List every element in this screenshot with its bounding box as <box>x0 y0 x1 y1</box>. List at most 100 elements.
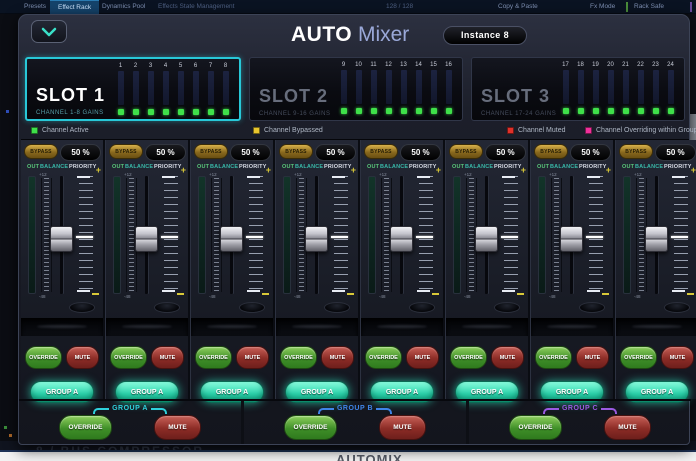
gain-fader[interactable] <box>475 226 498 252</box>
slot-channel: 3 <box>143 62 158 115</box>
gain-value-display[interactable]: 50 % <box>230 144 271 161</box>
channel-number: 1 <box>119 62 122 70</box>
bypass-button[interactable]: BYPASS <box>534 144 568 159</box>
bypass-button[interactable]: BYPASS <box>619 144 653 159</box>
group-mute-button[interactable]: MUTE <box>379 415 426 440</box>
mute-button[interactable]: MUTE <box>491 346 524 369</box>
priority-slider-handle[interactable] <box>501 236 518 238</box>
channel-mini-meter <box>193 71 199 105</box>
mute-button[interactable]: MUTE <box>661 346 694 369</box>
gain-value-display[interactable]: 50 % <box>145 144 186 161</box>
gain-fader[interactable] <box>645 226 668 252</box>
mute-button[interactable]: MUTE <box>576 346 609 369</box>
gain-value-display[interactable]: 50 % <box>485 144 526 161</box>
gain-value-display[interactable]: 50 % <box>400 144 441 161</box>
gain-value-display[interactable]: 50 % <box>315 144 356 161</box>
channel-number: 24 <box>667 61 674 69</box>
host-tab[interactable]: Dynamics Pool <box>102 3 145 10</box>
slot-channel: 16 <box>441 61 456 114</box>
gain-fader[interactable] <box>220 226 243 252</box>
slot-panel[interactable]: SLOT 3 CHANNEL 17-24 GAINS 1718192021222… <box>471 57 685 121</box>
override-button[interactable]: OVERRIDE <box>25 346 62 369</box>
bypass-button[interactable]: BYPASS <box>449 144 483 159</box>
legend-item: Channel Muted <box>507 127 565 134</box>
gain-fader[interactable] <box>135 226 158 252</box>
slot-channel: 13 <box>396 61 411 114</box>
balance-scale-max: +12 <box>39 172 47 177</box>
group-override-button[interactable]: OVERRIDE <box>59 415 112 440</box>
group-override-button[interactable]: OVERRIDE <box>284 415 337 440</box>
host-tab[interactable]: Effects State Management <box>158 3 234 10</box>
priority-slider-handle[interactable] <box>331 236 348 238</box>
override-button[interactable]: OVERRIDE <box>535 346 572 369</box>
group-bracket-right <box>601 408 617 414</box>
group-mute-button[interactable]: MUTE <box>154 415 201 440</box>
priority-plus-mark: + <box>521 166 526 174</box>
gain-value-display[interactable]: 50 % <box>570 144 611 161</box>
gain-fader[interactable] <box>50 226 73 252</box>
mute-button[interactable]: MUTE <box>321 346 354 369</box>
priority-plus-mark: + <box>436 166 441 174</box>
host-tab[interactable]: Copy & Paste <box>498 3 538 10</box>
priority-reset-button[interactable] <box>324 302 350 313</box>
mute-button[interactable]: MUTE <box>151 346 184 369</box>
override-button[interactable]: OVERRIDE <box>450 346 487 369</box>
instance-selector[interactable]: Instance 8 <box>443 26 527 45</box>
slot-panel[interactable]: SLOT 1 CHANNEL 1-8 GAINS 12345678 <box>25 57 241 121</box>
bypass-button[interactable]: BYPASS <box>279 144 313 159</box>
gain-value-display[interactable]: 50 % <box>655 144 696 161</box>
override-button[interactable]: OVERRIDE <box>365 346 402 369</box>
bypass-button[interactable]: BYPASS <box>109 144 143 159</box>
group-override-button[interactable]: OVERRIDE <box>509 415 562 440</box>
host-tab[interactable]: Fx Mode <box>590 3 615 10</box>
priority-reset-button[interactable] <box>69 302 95 313</box>
channel-mini-meter <box>416 70 422 104</box>
override-button[interactable]: OVERRIDE <box>110 346 147 369</box>
channel-active-led <box>371 108 377 114</box>
priority-slider-handle[interactable] <box>246 236 263 238</box>
bypass-button[interactable]: BYPASS <box>24 144 58 159</box>
slot-channel: 20 <box>603 61 618 114</box>
priority-reset-button[interactable] <box>154 302 180 313</box>
gain-value-display[interactable]: 50 % <box>60 144 101 161</box>
host-tab[interactable]: Presets <box>24 3 46 10</box>
host-tab[interactable]: Rack Safe <box>634 3 664 10</box>
channel-number: 9 <box>342 61 345 69</box>
override-button[interactable]: OVERRIDE <box>280 346 317 369</box>
host-tab[interactable]: Effect Rack <box>50 0 99 14</box>
priority-slider-handle[interactable] <box>671 236 688 238</box>
channel-active-led <box>593 108 599 114</box>
mute-button[interactable]: MUTE <box>236 346 269 369</box>
collapse-button[interactable] <box>31 20 67 43</box>
legend-color-swatch <box>585 127 592 134</box>
priority-slider-handle[interactable] <box>586 236 603 238</box>
channel-active-led <box>446 108 452 114</box>
gain-fader[interactable] <box>560 226 583 252</box>
balance-scale-min: -48 <box>209 294 216 299</box>
mute-button[interactable]: MUTE <box>406 346 439 369</box>
host-tab[interactable]: 128 / 128 <box>386 3 413 10</box>
override-button[interactable]: OVERRIDE <box>195 346 232 369</box>
priority-reset-button[interactable] <box>239 302 265 313</box>
priority-slider-handle[interactable] <box>161 236 178 238</box>
priority-reset-button[interactable] <box>494 302 520 313</box>
legend-color-swatch <box>507 127 514 134</box>
group-header: GROUP A <box>19 403 241 413</box>
channel-active-led <box>623 108 629 114</box>
gain-fader[interactable] <box>305 226 328 252</box>
group-mute-button[interactable]: MUTE <box>604 415 651 440</box>
priority-min-mark <box>77 290 90 292</box>
priority-reset-button[interactable] <box>664 302 690 313</box>
bypass-button[interactable]: BYPASS <box>364 144 398 159</box>
priority-reset-button[interactable] <box>579 302 605 313</box>
mute-button[interactable]: MUTE <box>66 346 99 369</box>
override-button[interactable]: OVERRIDE <box>620 346 657 369</box>
gain-fader[interactable] <box>390 226 413 252</box>
priority-slider-handle[interactable] <box>76 236 93 238</box>
legend-label: Channel Overriding within Group <box>596 127 696 134</box>
bypass-button[interactable]: BYPASS <box>194 144 228 159</box>
balance-scale-min: -48 <box>124 294 131 299</box>
slot-panel[interactable]: SLOT 2 CHANNEL 9-16 GAINS 91011121314151… <box>249 57 463 121</box>
priority-reset-button[interactable] <box>409 302 435 313</box>
priority-slider-handle[interactable] <box>416 236 433 238</box>
